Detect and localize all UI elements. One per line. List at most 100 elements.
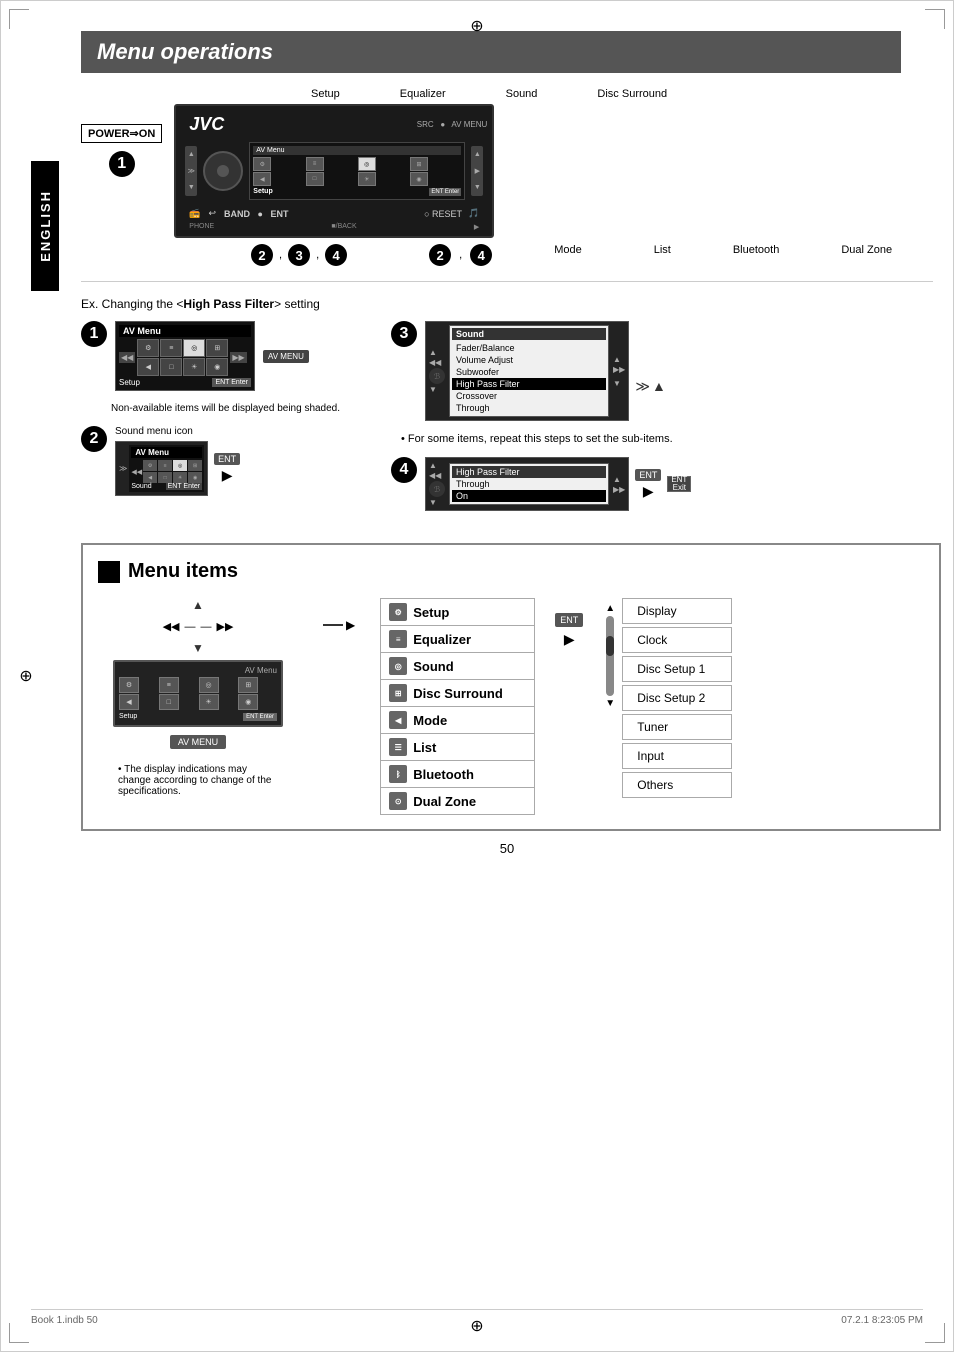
hpf-through: Through bbox=[452, 478, 606, 490]
scroll-thumb bbox=[606, 636, 614, 656]
setup-icon: ⚙ bbox=[389, 603, 407, 621]
step-1-bubble: 1 bbox=[109, 151, 135, 177]
language-sidebar: ENGLISH bbox=[31, 161, 59, 291]
corner-mark-br bbox=[925, 1323, 945, 1343]
av-menu-label-device: AV Menu bbox=[119, 666, 277, 675]
step-1-content: AV Menu ◀◀ ⚙≡◎⊞ ◀□☀◉ ▶▶ bbox=[115, 321, 371, 391]
page: ⊕ ⊕ ⊕ ⊕ ENGLISH Menu operations Setup Eq… bbox=[0, 0, 954, 1352]
corner-mark-bl bbox=[9, 1323, 29, 1343]
menu-label-sound: Sound bbox=[506, 88, 538, 100]
scroll-bar[interactable] bbox=[606, 616, 614, 696]
step-4-bubble: 4 bbox=[325, 244, 347, 266]
sub-menu-clock: Clock bbox=[622, 627, 732, 653]
bottom-label-dual-zone: Dual Zone bbox=[841, 244, 892, 266]
step-1-indicator: 1 bbox=[81, 321, 107, 347]
step-4-indicator: 4 bbox=[391, 457, 417, 483]
menu-item-equalizer: ≡ Equalizer bbox=[380, 625, 535, 653]
step-2-bubble: 2 bbox=[251, 244, 273, 266]
page-number: 50 bbox=[81, 841, 933, 856]
power-label: POWER⇒ON bbox=[81, 124, 162, 143]
page-title: Menu operations bbox=[81, 31, 901, 73]
sound-item-6: Through bbox=[452, 402, 606, 414]
menu-item-disc-surround: ⊞ Disc Surround bbox=[380, 679, 535, 707]
menu-label-disc-surround: Disc Surround bbox=[597, 88, 667, 100]
sound-item-1: Fader/Balance bbox=[452, 342, 606, 354]
step-4-content: ▲ ◀◀ ℬ ▼ High Pass Filter Through On bbox=[425, 457, 791, 511]
left-steps: 1 AV Menu ◀◀ ⚙≡◎⊞ ◀□☀◉ bbox=[81, 321, 371, 523]
hpf-exit: ENT Exit bbox=[667, 476, 691, 492]
sub-menu-disc-setup-1: Disc Setup 1 bbox=[622, 656, 732, 682]
sound-list-title: Sound bbox=[452, 328, 606, 340]
bottom-label-mode: Mode bbox=[554, 244, 582, 266]
ent-button-menu[interactable]: ENT bbox=[555, 613, 583, 627]
sub-menu-others: Others bbox=[622, 772, 732, 798]
menu-items-layout: ▲ ◀◀ — — ▶▶ ▼ AV Menu ⚙ ≡ ◎ bbox=[98, 598, 924, 814]
step-3-row: 3 ▲ ◀◀ ℬ ▼ Sound bbox=[391, 321, 791, 421]
footer-left: Book 1.indb 50 bbox=[31, 1315, 98, 1326]
menu-items-title: Menu items bbox=[98, 560, 924, 583]
steps-section: 1 AV Menu ◀◀ ⚙≡◎⊞ ◀□☀◉ bbox=[81, 321, 933, 523]
step-2b-bubble: 2 bbox=[429, 244, 451, 266]
menu-label-equalizer: Equalizer bbox=[400, 88, 446, 100]
language-label: ENGLISH bbox=[38, 190, 53, 262]
footer-right: 07.2.1 8:23:05 PM bbox=[841, 1315, 923, 1326]
sound-menu-icon-label: Sound menu icon bbox=[115, 426, 371, 437]
list-icon: ☰ bbox=[389, 738, 407, 756]
sound-item-5: Crossover bbox=[452, 390, 606, 402]
step-2-ent[interactable]: ENT bbox=[214, 453, 240, 465]
equalizer-icon: ≡ bbox=[389, 630, 407, 648]
menu-items-section: Menu items ▲ ◀◀ — — ▶▶ ▼ AV Men bbox=[81, 543, 941, 831]
bottom-label-bluetooth: Bluetooth bbox=[733, 244, 779, 266]
sound-icon: ◎ bbox=[389, 657, 407, 675]
step-1-row: 1 AV Menu ◀◀ ⚙≡◎⊞ ◀□☀◉ bbox=[81, 321, 371, 391]
av-device-ent: ENT Enter bbox=[243, 713, 277, 721]
reg-mark-left: ⊕ bbox=[16, 666, 36, 686]
main-content: Menu operations Setup Equalizer Sound Di… bbox=[81, 31, 933, 856]
step-4-row: 4 ▲ ◀◀ ℬ ▼ High Pass bbox=[391, 457, 791, 511]
hpf-title: High Pass Filter bbox=[452, 466, 606, 478]
ex-text: Ex. Changing the <High Pass Filter> sett… bbox=[81, 297, 933, 311]
sub-menu-col: Display Clock Disc Setup 1 Disc Setup 2 … bbox=[622, 598, 732, 798]
page-footer: Book 1.indb 50 07.2.1 8:23:05 PM bbox=[31, 1309, 923, 1326]
step-1-av-menu: AV Menu ◀◀ ⚙≡◎⊞ ◀□☀◉ ▶▶ bbox=[115, 321, 255, 391]
menu-item-setup: ⚙ Setup bbox=[380, 598, 535, 626]
sub-menu-input: Input bbox=[622, 743, 732, 769]
non-available-note: Non-available items will be displayed be… bbox=[111, 403, 371, 414]
step-3-indicator: 3 bbox=[391, 321, 417, 347]
sub-menu-tuner: Tuner bbox=[622, 714, 732, 740]
menu-label-setup: Setup bbox=[311, 88, 340, 100]
disc-surround-icon: ⊞ bbox=[389, 684, 407, 702]
sound-list: Sound Fader/Balance Volume Adjust Subwoo… bbox=[449, 325, 609, 417]
step-2-content: Sound menu icon ≫ AV Menu ◀◀ ⚙ bbox=[115, 426, 371, 496]
av-menu-button[interactable]: AV MENU bbox=[263, 350, 309, 363]
sound-item-3: Subwoofer bbox=[452, 366, 606, 378]
dual-zone-icon: ⊙ bbox=[389, 792, 407, 810]
menu-item-dual-zone: ⊙ Dual Zone bbox=[380, 787, 535, 815]
step-2-indicator: 2 bbox=[81, 426, 107, 452]
step-3-note: For some items, repeat this steps to set… bbox=[391, 433, 791, 445]
step-3-content: ▲ ◀◀ ℬ ▼ Sound Fader/Balance Volume Adju… bbox=[425, 321, 791, 421]
jvc-device: JVC SRC ● AV MENU ▲ ≫ ▼ bbox=[174, 104, 494, 238]
menu-items-note: • The display indications may change acc… bbox=[118, 764, 278, 797]
hpf-on: On bbox=[452, 490, 606, 502]
sound-item-4: High Pass Filter bbox=[452, 378, 606, 390]
right-steps: 3 ▲ ◀◀ ℬ ▼ Sound bbox=[391, 321, 791, 523]
step-4b-bubble: 4 bbox=[470, 244, 492, 266]
bottom-label-list: List bbox=[654, 244, 671, 266]
reg-mark-top: ⊕ bbox=[467, 16, 487, 36]
hpf-box: High Pass Filter Through On bbox=[449, 463, 609, 505]
section-divider-1 bbox=[81, 281, 933, 282]
av-menu-btn[interactable]: AV MENU bbox=[170, 735, 226, 749]
step-2-row: 2 Sound menu icon ≫ AV Menu ◀◀ bbox=[81, 426, 371, 496]
menu-item-mode: ◀ Mode bbox=[380, 706, 535, 734]
step-4-ent[interactable]: ENT bbox=[635, 469, 661, 481]
step-1-av-title: AV Menu bbox=[119, 325, 251, 337]
corner-mark-tl bbox=[9, 9, 29, 29]
sub-menu-display: Display bbox=[622, 598, 732, 624]
step-3-bubble: 3 bbox=[288, 244, 310, 266]
jvc-logo: JVC bbox=[181, 111, 232, 138]
av-device-setup-label: Setup bbox=[119, 713, 137, 721]
av-device-mock: AV Menu ⚙ ≡ ◎ ⊞ ◀ □ ☀ ◉ Setup bbox=[113, 660, 283, 727]
menu-item-bluetooth: ᛒ Bluetooth bbox=[380, 760, 535, 788]
sound-item-2: Volume Adjust bbox=[452, 354, 606, 366]
